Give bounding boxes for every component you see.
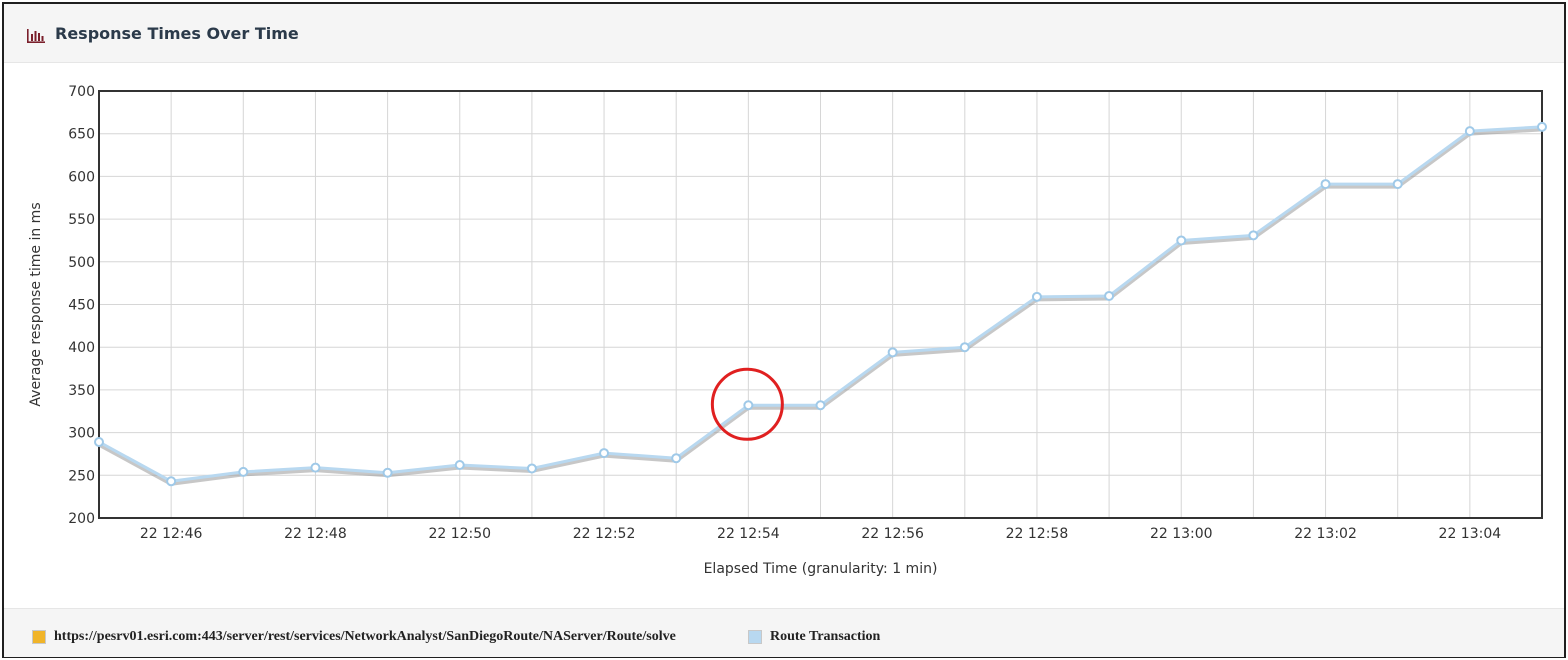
y-tick-label-300: 300	[68, 426, 95, 442]
chart-panel: Response Times Over Time 200 250 300 350 400…	[2, 2, 1566, 658]
x-tick-label-22-12-48: 22 12:48	[284, 526, 347, 542]
legend-label-url: https://pesrv01.esri.com:443/server/rest…	[54, 629, 676, 644]
data-point-22-13-05	[1537, 121, 1547, 132]
y-tick-label-350: 350	[68, 383, 95, 399]
y-tick-label-200: 200	[68, 511, 95, 527]
data-point-22-12-51	[526, 463, 537, 474]
x-tick-label-22-12-54: 22 12:54	[717, 526, 780, 542]
data-point-22-12-49	[382, 467, 393, 478]
data-point-22-13-03	[1392, 179, 1403, 190]
x-tick-label-22-12-46: 22 12:46	[140, 526, 203, 542]
data-point-22-13-01	[1248, 230, 1259, 241]
y-tick-label-550: 550	[68, 212, 95, 228]
data-point-22-12-50	[454, 460, 465, 471]
data-point-22-13-00	[1176, 235, 1187, 246]
y-tick-label-600: 600	[68, 169, 95, 185]
data-point-22-12-52	[599, 448, 610, 459]
x-tick-label-22-12-56: 22 12:56	[861, 526, 924, 542]
data-point-22-12-55	[815, 400, 826, 411]
y-tick-label-700: 700	[68, 84, 95, 100]
x-tick-label-22-12-58: 22 12:58	[1006, 526, 1069, 542]
legend-swatch-url	[32, 630, 46, 644]
y-tick-label-650: 650	[68, 127, 95, 143]
data-point-22-12-46	[166, 476, 177, 487]
data-point-22-12-53	[671, 453, 682, 464]
data-point-22-12-56	[887, 347, 898, 358]
data-point-22-12-57	[959, 342, 970, 353]
x-tick-label-22-13-04: 22 13:04	[1439, 526, 1502, 542]
data-point-22-13-04	[1464, 126, 1475, 137]
legend: https://pesrv01.esri.com:443/server/rest…	[4, 608, 1564, 657]
y-tick-label-500: 500	[68, 255, 95, 271]
data-point-22-12-54	[743, 400, 754, 411]
x-tick-label-22-13-00: 22 13:00	[1150, 526, 1213, 542]
data-point-22-12-48	[310, 462, 321, 473]
y-axis-label: Average response time in ms	[28, 202, 44, 406]
data-point-22-12-47	[238, 466, 249, 477]
x-tick-label-22-12-50: 22 12:50	[428, 526, 491, 542]
response-time-chart: 200 250 300 350 400 450 500 550 600 650 700 22 12:4…	[28, 84, 1547, 577]
legend-item-url[interactable]: https://pesrv01.esri.com:443/server/rest…	[32, 629, 676, 645]
legend-swatch-route-transaction	[748, 630, 762, 644]
x-tick-label-22-12-52: 22 12:52	[573, 526, 636, 542]
data-point-22-12-59	[1104, 290, 1115, 301]
data-point-22-13-02	[1320, 179, 1331, 190]
y-tick-label-450: 450	[68, 298, 95, 314]
x-tick-label-22-13-02: 22 13:02	[1294, 526, 1357, 542]
x-axis-label: Elapsed Time (granularity: 1 min)	[704, 561, 938, 577]
legend-item-route-transaction[interactable]: Route Transaction	[748, 629, 880, 645]
data-point-22-12-58	[1031, 291, 1042, 302]
y-tick-label-400: 400	[68, 340, 95, 356]
data-point-22-12-45	[94, 436, 104, 447]
y-tick-label-250: 250	[68, 468, 95, 484]
legend-label-route-transaction: Route Transaction	[770, 629, 881, 644]
